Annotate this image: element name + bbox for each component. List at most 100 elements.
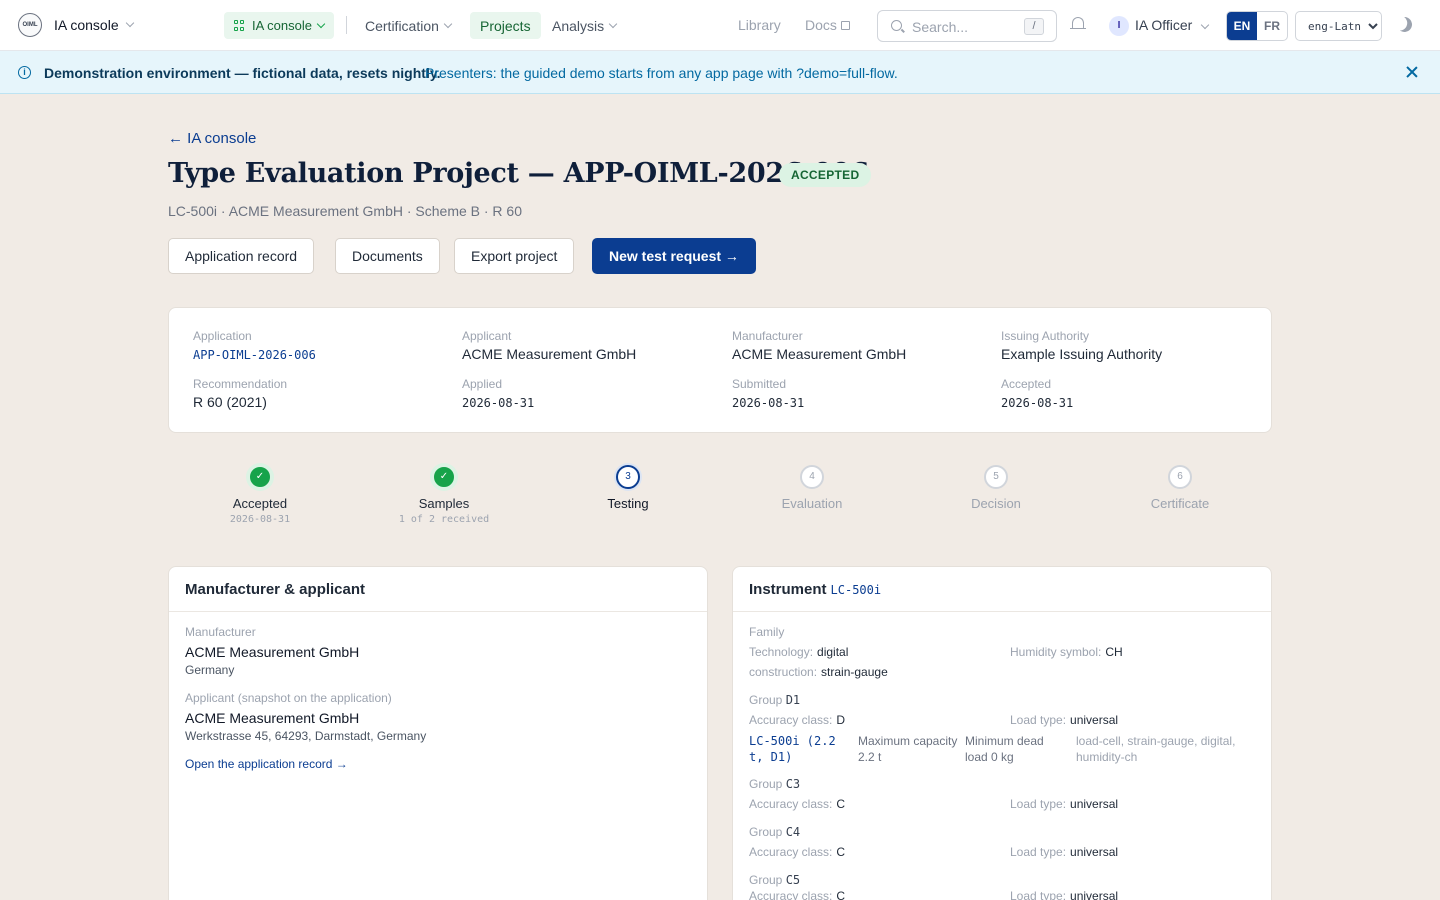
user-menu[interactable]: IA Officer (1135, 17, 1210, 33)
kv-value: CH (1105, 645, 1123, 659)
nav-analysis[interactable]: Analysis (542, 12, 626, 39)
console-switcher-label: IA console (252, 18, 312, 33)
kv-value: C (836, 797, 846, 811)
group-heading: Group C5 (749, 873, 800, 887)
nav-projects[interactable]: Projects (470, 12, 541, 39)
moon-icon[interactable] (1395, 15, 1414, 34)
kv-value: universal (1070, 845, 1119, 859)
banner-title: Demonstration environment — fictional da… (44, 65, 441, 81)
search-box[interactable]: / (877, 10, 1057, 42)
documents-button[interactable]: Documents (335, 238, 440, 274)
field-label: Submitted (732, 377, 787, 391)
step-decision: 5 Decision (921, 465, 1071, 511)
field-value: ACME Measurement GmbH (462, 346, 637, 362)
open-application-link[interactable]: Open the application record → (185, 757, 348, 771)
step-label: Certificate (1150, 496, 1210, 511)
chevron-down-icon (316, 19, 326, 28)
field-value: Example Issuing Authority (1001, 346, 1163, 362)
field-label: Accepted (1001, 377, 1052, 391)
library-link[interactable]: Library (738, 17, 781, 33)
field-label: Issuing Authority (1001, 329, 1090, 343)
step-number: 3 (616, 465, 640, 489)
field-value: 2026-08-31 (1001, 396, 1074, 410)
group-heading: Group D1 (749, 693, 800, 707)
kv-label: Load type: (1010, 845, 1067, 859)
load-type-field: Load type: universal (1010, 845, 1118, 859)
field-label: Applied (462, 377, 503, 391)
search-icon (891, 20, 902, 31)
step-sub: 2026-08-31 (229, 514, 291, 525)
grid-icon (234, 20, 245, 31)
panel-title-text: Instrument (749, 581, 827, 598)
recommendation-field: Recommendation R 60 (2021) (193, 377, 287, 410)
search-input[interactable] (912, 17, 1022, 37)
step-number: 5 (984, 465, 1008, 489)
lang-en-button[interactable]: EN (1227, 12, 1257, 40)
nav-certification[interactable]: Certification (355, 12, 461, 39)
chevron-down-icon[interactable] (125, 18, 135, 28)
application-record-button[interactable]: Application record (168, 238, 315, 274)
applied-field: Applied 2026-08-31 (462, 377, 534, 410)
bell-icon[interactable] (1070, 17, 1086, 30)
instrument-model[interactable]: LC-500i (831, 583, 882, 597)
step-label: Decision (971, 496, 1021, 511)
summary-card: Application APP-OIML-2026-006 Applicant … (168, 307, 1272, 433)
kv-label: Accuracy class: (749, 797, 833, 811)
construction-field: construction: strain-gauge (749, 665, 888, 679)
avatar[interactable]: I (1109, 16, 1129, 36)
script-select[interactable]: eng-Latn (1295, 11, 1382, 41)
group-label: Group (749, 825, 783, 839)
kv-label: Humidity symbol: (1010, 645, 1102, 659)
close-icon[interactable] (1405, 65, 1419, 79)
step-certificate: 6 Certificate (1105, 465, 1255, 511)
field-label: Recommendation (193, 377, 288, 391)
field-value: 2026-08-31 (732, 396, 805, 410)
kv-label: Technology: (749, 645, 814, 659)
nav-certification-label: Certification (365, 17, 439, 34)
console-switcher[interactable]: IA console (224, 12, 334, 39)
lang-fr-button[interactable]: FR (1257, 12, 1287, 40)
kv-value: universal (1070, 713, 1119, 727)
group-label: Group (749, 777, 783, 791)
load-type-field: Load type: universal (1010, 713, 1118, 727)
field-label: Application (193, 329, 252, 343)
nav-divider (346, 16, 347, 34)
step-number: 6 (1168, 465, 1192, 489)
instrument-panel: Instrument LC-500i Family Technology: digi… (732, 566, 1272, 900)
step-accepted: ✓ Accepted 2026-08-31 (185, 465, 335, 525)
step-sub: 1 of 2 received (398, 514, 490, 525)
manufacturer-name: ACME Measurement GmbH (185, 644, 360, 660)
kv-value: universal (1070, 889, 1119, 900)
app-title[interactable]: IA console (54, 17, 119, 33)
new-test-request-button[interactable]: New test request → (592, 238, 756, 274)
language-toggle: EN FR (1226, 11, 1288, 41)
application-id[interactable]: APP-OIML-2026-006 (193, 348, 316, 362)
kv-value: digital (817, 645, 849, 659)
group-label: Group (749, 693, 783, 707)
banner-text: Presenters: the guided demo starts from … (425, 65, 898, 81)
field-value: R 60 (2021) (193, 394, 267, 410)
applicant-label: Applicant (snapshot on the application) (185, 691, 392, 705)
oiml-logo[interactable]: OIML (18, 13, 42, 37)
group-label: Group (749, 873, 783, 887)
issuing-authority-field: Issuing Authority Example Issuing Author… (1001, 329, 1162, 362)
chevron-down-icon (608, 19, 618, 28)
export-project-button[interactable]: Export project (454, 238, 575, 274)
kv-label: construction: (749, 665, 818, 679)
step-samples: ✓ Samples 1 of 2 received (369, 465, 519, 525)
page-title: Type Evaluation Project — APP-OIML-2026-… (168, 158, 869, 189)
application-field: Application APP-OIML-2026-006 (193, 329, 316, 362)
step-label: Testing (607, 496, 649, 511)
family-label: Family (749, 625, 785, 639)
group-code: C3 (785, 777, 801, 791)
docs-link[interactable]: Docs (805, 17, 850, 33)
variant-max-capacity: Maximum capacity 2.2 t (858, 734, 958, 764)
kv-value: D (836, 713, 846, 727)
back-link[interactable]: ← IA console (168, 130, 256, 147)
kv-value: universal (1070, 797, 1119, 811)
top-navigation: OIML IA console IA console Certification… (0, 0, 1440, 51)
humidity-field: Humidity symbol: CH (1010, 645, 1123, 659)
page-subtitle: LC-500i · ACME Measurement GmbH · Scheme… (168, 203, 523, 219)
group-heading: Group C3 (749, 777, 800, 791)
variant-link[interactable]: LC-500i (2.2 t, D1) (749, 733, 849, 765)
